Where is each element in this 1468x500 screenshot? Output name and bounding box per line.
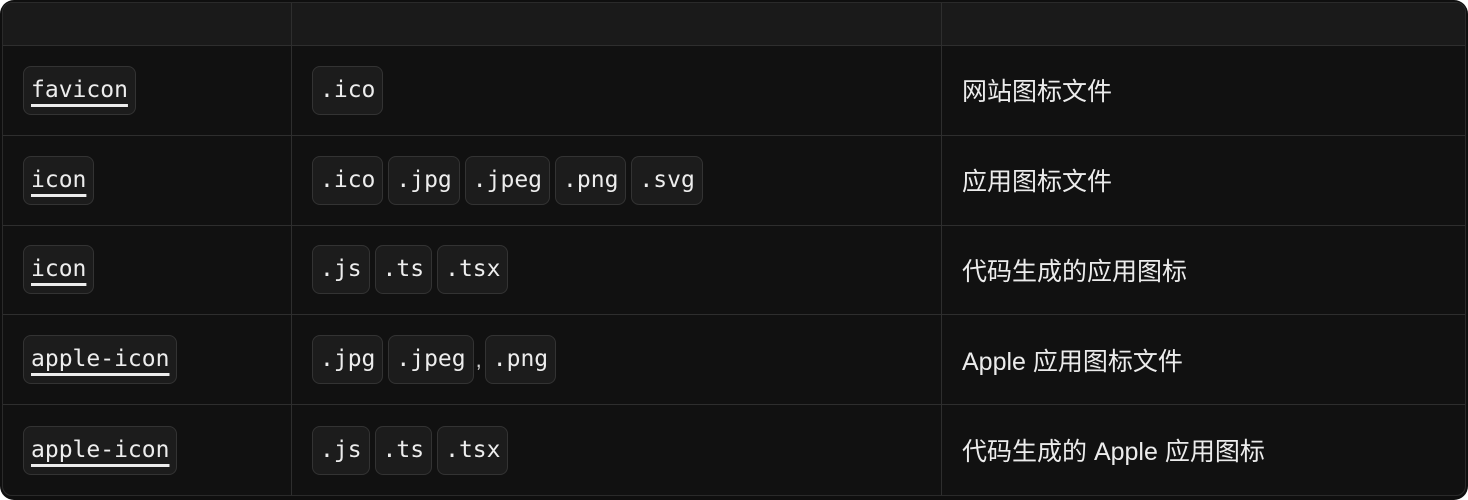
file-name-cell: icon [3, 135, 292, 226]
description-text: 代码生成的 Apple 应用图标 [962, 438, 1265, 467]
extensions-cell: .ico .jpg .jpeg .png .svg [292, 135, 942, 226]
header-cell-extensions [292, 3, 942, 46]
extension-chip: .ico [312, 65, 384, 115]
description-text: 应用图标文件 [962, 168, 1113, 197]
file-name-link[interactable]: apple-icon [23, 425, 178, 475]
extensions-cell: .jpg .jpeg, .png [292, 315, 942, 406]
table-row: icon .js .ts .tsx 代码生成的应用图标 [3, 225, 1465, 316]
extensions-cell: .js .ts .tsx [292, 405, 942, 495]
extension-chip: .js [312, 425, 370, 475]
file-name-cell: apple-icon [3, 405, 292, 495]
header-cell-file [3, 3, 292, 46]
description-text: 网站图标文件 [962, 78, 1113, 107]
table-row: apple-icon .jpg .jpeg, .png Apple 应用图标文件 [3, 315, 1465, 406]
extension-chip: .ts [374, 425, 433, 475]
extensions-cell: .ico [292, 46, 942, 136]
extension-separator: , [475, 346, 482, 372]
extension-chip: .jpg [312, 335, 384, 385]
extension-chip: .tsx [437, 245, 509, 295]
extension-chip: .jpeg [464, 155, 551, 205]
extension-chip: .js [312, 245, 370, 295]
file-name-link[interactable]: favicon [23, 65, 136, 115]
extension-chip: .jpeg [388, 335, 474, 385]
description-cell: 代码生成的 Apple 应用图标 [942, 405, 1465, 495]
file-name-link[interactable]: icon [23, 245, 95, 295]
extension-chip: .jpg [388, 155, 460, 205]
file-name-link[interactable]: apple-icon [23, 335, 178, 385]
header-row [3, 3, 1465, 46]
table-row: favicon .ico 网站图标文件 [3, 46, 1465, 136]
extension-chip: .svg [631, 155, 703, 205]
table-row: icon .ico .jpg .jpeg .png .svg 应用图标文件 [3, 135, 1465, 226]
description-cell: 代码生成的应用图标 [942, 226, 1465, 316]
description-text: 代码生成的应用图标 [962, 257, 1188, 286]
file-name-cell: favicon [3, 46, 292, 136]
extension-chip: .ico [312, 155, 384, 205]
extension-chip: .ts [374, 245, 433, 295]
extension-chip: .png [555, 155, 627, 205]
description-cell: Apple 应用图标文件 [942, 315, 1465, 406]
extension-chip: .png [484, 335, 557, 385]
file-name-link[interactable]: icon [23, 155, 95, 205]
description-cell: 网站图标文件 [942, 46, 1465, 136]
extension-chip: .tsx [437, 425, 509, 475]
file-name-cell: icon [3, 225, 292, 316]
file-conventions-table: favicon .ico 网站图标文件 icon .ico .jpg .jpeg .p… [2, 2, 1466, 496]
table-header [3, 3, 1465, 46]
extensions-cell: .js .ts .tsx [292, 225, 942, 316]
table-frame: favicon .ico 网站图标文件 icon .ico .jpg .jpeg .p… [0, 0, 1468, 500]
file-name-cell: apple-icon [3, 315, 292, 406]
header-cell-description [942, 3, 1465, 46]
table-row: apple-icon .js .ts .tsx 代码生成的 Apple 应用图标 [3, 405, 1465, 495]
description-cell: 应用图标文件 [942, 136, 1465, 226]
description-text: Apple 应用图标文件 [962, 347, 1183, 376]
